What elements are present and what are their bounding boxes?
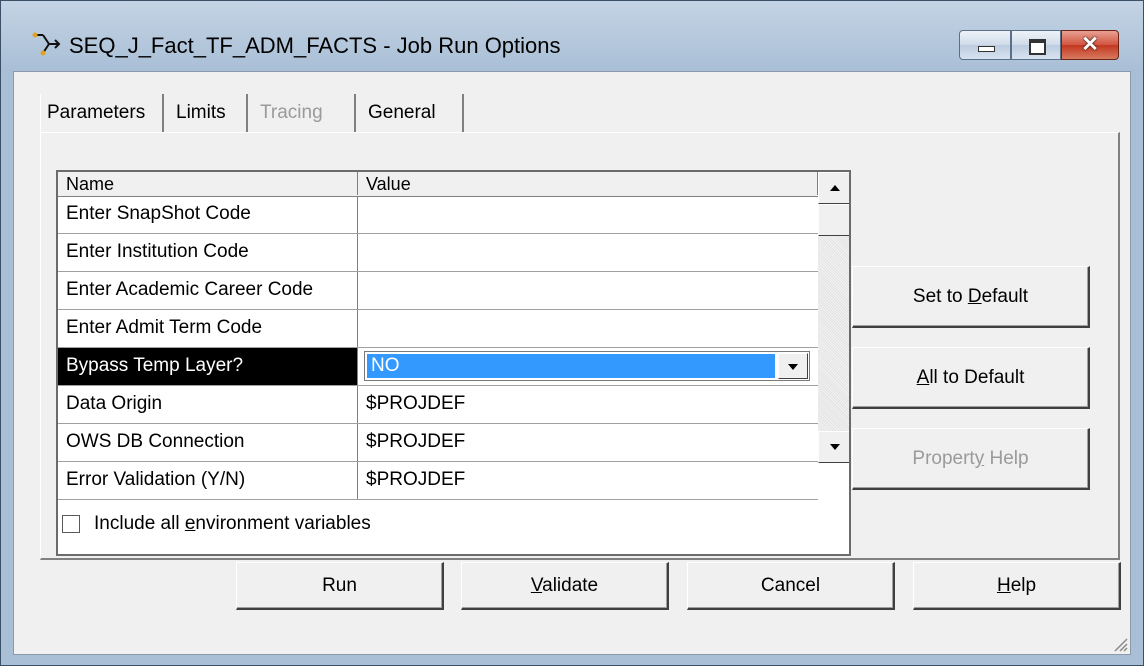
table-row[interactable]: Error Validation (Y/N) $PROJDEF bbox=[58, 462, 818, 500]
property-help-button[interactable]: Property Help bbox=[852, 428, 1090, 490]
button-label: Propert bbox=[912, 448, 975, 469]
label-text: Include all bbox=[94, 513, 185, 534]
param-name-cell: OWS DB Connection bbox=[58, 424, 358, 461]
param-value-cell[interactable]: $PROJDEF bbox=[358, 424, 818, 461]
scroll-down-button[interactable] bbox=[818, 431, 849, 463]
chevron-up-icon bbox=[829, 185, 840, 191]
maximize-button[interactable] bbox=[1011, 30, 1061, 60]
param-value-cell[interactable] bbox=[358, 272, 818, 309]
label-text: nvironment variables bbox=[195, 513, 371, 534]
param-name-cell: Enter Academic Career Code bbox=[58, 272, 358, 309]
param-value-cell[interactable]: $PROJDEF bbox=[358, 386, 818, 423]
mnemonic-letter: D bbox=[967, 286, 982, 307]
minimize-button[interactable] bbox=[959, 30, 1011, 60]
checkbox-label[interactable]: Include all environment variables bbox=[94, 512, 371, 536]
grid-header: Name Value bbox=[58, 172, 818, 197]
param-value-cell[interactable] bbox=[358, 310, 818, 347]
help-button[interactable]: Help bbox=[913, 562, 1121, 610]
param-value-cell[interactable] bbox=[358, 196, 818, 233]
button-label: ll to Default bbox=[929, 367, 1025, 388]
table-row[interactable]: Enter Academic Career Code bbox=[58, 272, 818, 310]
button-label: Set to bbox=[912, 286, 968, 307]
close-icon: ✕ bbox=[1081, 33, 1099, 56]
scroll-up-button[interactable] bbox=[818, 172, 849, 204]
param-name-cell: Error Validation (Y/N) bbox=[58, 462, 358, 499]
column-header-name[interactable]: Name bbox=[58, 172, 358, 195]
button-label: efault bbox=[981, 286, 1029, 307]
mnemonic-letter: A bbox=[916, 367, 930, 388]
bypass-temp-layer-dropdown[interactable]: NO bbox=[364, 351, 810, 381]
button-label: alidate bbox=[542, 575, 599, 596]
param-name-cell: Enter SnapShot Code bbox=[58, 196, 358, 233]
button-label: elp bbox=[1010, 575, 1037, 596]
param-name-cell: Bypass Temp Layer? bbox=[58, 348, 358, 385]
close-button[interactable]: ✕ bbox=[1061, 30, 1119, 60]
dropdown-selected-value: NO bbox=[366, 353, 776, 379]
job-sequence-icon bbox=[32, 32, 61, 56]
tab-tracing[interactable]: Tracing bbox=[254, 94, 356, 132]
tab-general[interactable]: General bbox=[362, 94, 464, 132]
table-row[interactable]: Data Origin $PROJDEF bbox=[58, 386, 818, 424]
run-button[interactable]: Run bbox=[236, 562, 444, 610]
param-name-cell: Data Origin bbox=[58, 386, 358, 423]
chevron-down-icon bbox=[788, 364, 798, 370]
mnemonic-letter: H bbox=[996, 575, 1011, 596]
table-row[interactable]: Enter SnapShot Code bbox=[58, 196, 818, 234]
chevron-down-icon bbox=[829, 444, 840, 450]
all-to-default-button[interactable]: All to Default bbox=[852, 347, 1090, 409]
grid-vertical-scrollbar[interactable] bbox=[818, 172, 849, 463]
table-row-selected[interactable]: Bypass Temp Layer? NO bbox=[58, 348, 818, 386]
set-to-default-button[interactable]: Set to Default bbox=[852, 266, 1090, 328]
mnemonic-letter: e bbox=[184, 513, 196, 534]
mnemonic-letter: V bbox=[530, 575, 543, 596]
resize-grip-icon[interactable] bbox=[1110, 634, 1128, 652]
dialog-client-area: Parameters Limits Tracing General Name V… bbox=[13, 71, 1131, 655]
button-label: Cancel bbox=[760, 575, 821, 596]
minimize-icon bbox=[978, 46, 995, 52]
column-header-value[interactable]: Value bbox=[358, 172, 818, 195]
dropdown-arrow-button[interactable] bbox=[778, 353, 808, 379]
scroll-thumb[interactable] bbox=[818, 204, 849, 236]
tab-limits[interactable]: Limits bbox=[170, 94, 248, 132]
validate-button[interactable]: Validate bbox=[461, 562, 669, 610]
button-label: Run bbox=[322, 575, 357, 596]
parameters-grid[interactable]: Name Value Enter SnapShot Code Enter Ins… bbox=[56, 170, 851, 556]
table-row[interactable]: Enter Admit Term Code bbox=[58, 310, 818, 348]
table-row[interactable]: OWS DB Connection $PROJDEF bbox=[58, 424, 818, 462]
cancel-button[interactable]: Cancel bbox=[687, 562, 895, 610]
button-label: Help bbox=[984, 448, 1029, 469]
job-run-options-window: SEQ_J_Fact_TF_ADM_FACTS - Job Run Option… bbox=[0, 0, 1144, 666]
window-title: SEQ_J_Fact_TF_ADM_FACTS - Job Run Option… bbox=[69, 33, 561, 58]
param-value-cell[interactable]: $PROJDEF bbox=[358, 462, 818, 499]
table-row[interactable]: Enter Institution Code bbox=[58, 234, 818, 272]
param-name-cell: Enter Institution Code bbox=[58, 234, 358, 271]
mnemonic-letter: y bbox=[974, 448, 985, 469]
title-bar[interactable]: SEQ_J_Fact_TF_ADM_FACTS - Job Run Option… bbox=[1, 1, 1143, 71]
tab-parameters[interactable]: Parameters bbox=[40, 94, 164, 132]
include-env-vars-checkbox[interactable] bbox=[62, 515, 80, 533]
param-value-cell[interactable] bbox=[358, 234, 818, 271]
maximize-icon bbox=[1029, 39, 1046, 55]
param-name-cell: Enter Admit Term Code bbox=[58, 310, 358, 347]
